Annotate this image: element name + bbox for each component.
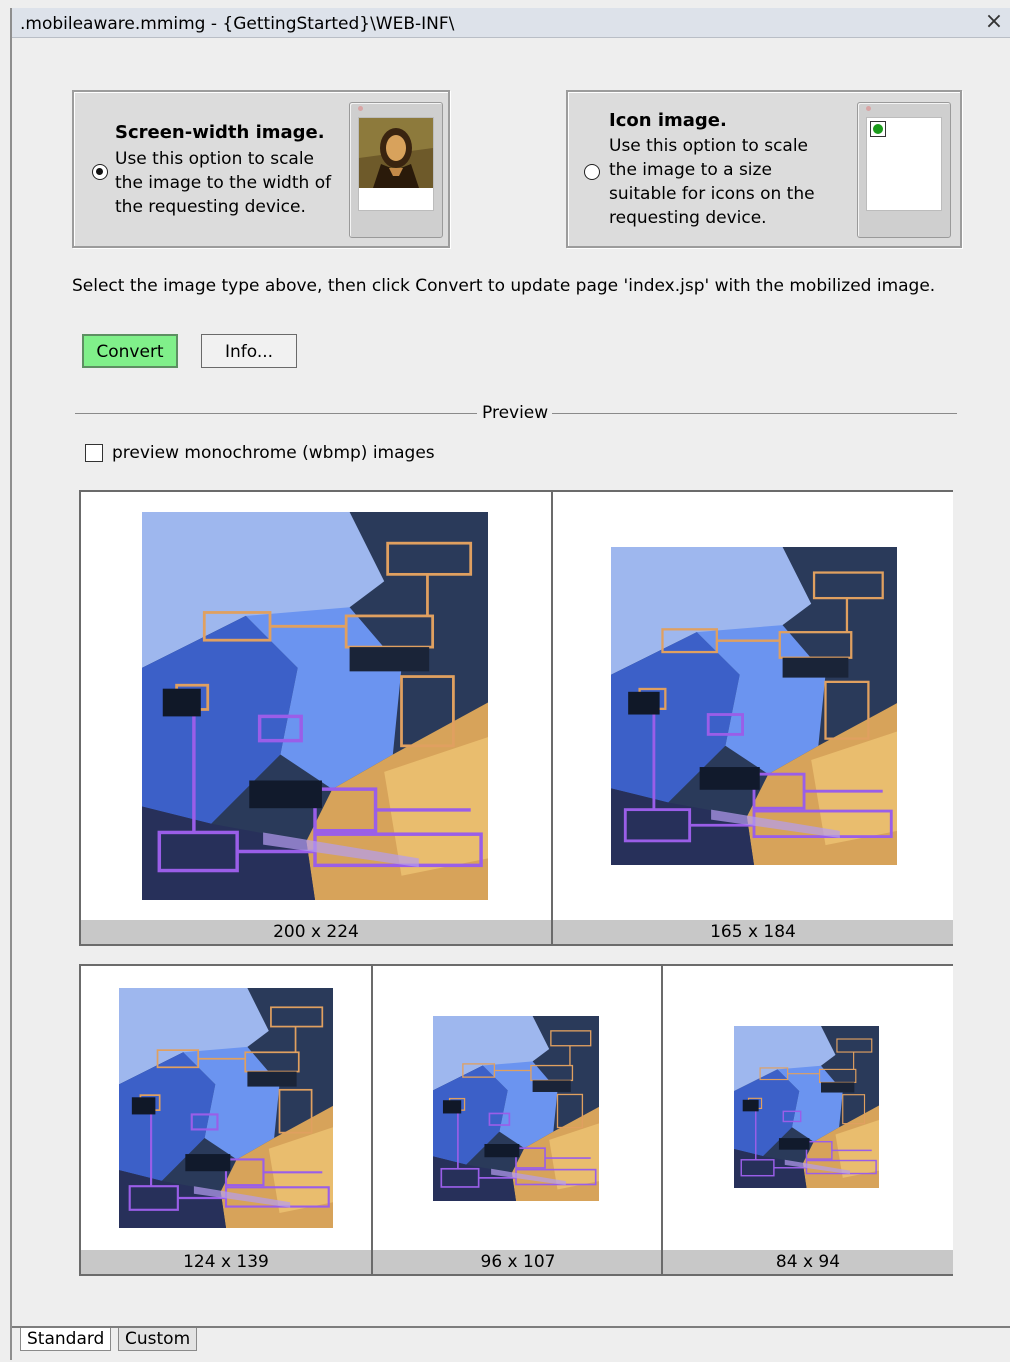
- convert-button[interactable]: Convert: [82, 334, 178, 368]
- preview-cell: 124 x 139: [81, 966, 371, 1274]
- title-bar: .mobileaware.mmimg - {GettingStarted}\WE…: [12, 8, 1010, 38]
- preview-cell: 165 x 184: [551, 492, 953, 944]
- icon-frame: [870, 121, 886, 137]
- preview-size-label: 200 x 224: [81, 920, 551, 944]
- mmimg-editor-window: .mobileaware.mmimg - {GettingStarted}\WE…: [10, 8, 1010, 1362]
- preview-cell: 200 x 224: [81, 492, 551, 944]
- mona-lisa-phone-icon: [349, 102, 443, 238]
- tab-standard[interactable]: Standard: [20, 1328, 112, 1351]
- mona-lisa-thumbnail: [359, 118, 433, 188]
- preview-divider-left: [75, 413, 477, 414]
- preview-image-124x139: [119, 988, 333, 1228]
- preview-size-label: 124 x 139: [81, 1250, 371, 1274]
- preview-cell: 84 x 94: [661, 966, 953, 1274]
- preview-section-label: Preview: [482, 403, 549, 423]
- info-button[interactable]: Info...: [201, 334, 297, 368]
- icon-radio[interactable]: [584, 164, 600, 180]
- preview-size-label: 84 x 94: [663, 1250, 953, 1274]
- green-dot-phone-icon: [857, 102, 951, 238]
- preview-size-label: 96 x 107: [373, 1250, 663, 1274]
- screen-width-option-description: Use this option to scale the image to th…: [115, 149, 332, 217]
- monochrome-preview-checkbox[interactable]: [85, 444, 103, 462]
- screen-width-option-title: Screen-width image.: [115, 122, 325, 143]
- preview-size-label: 165 x 184: [553, 920, 953, 944]
- phone-screen: [358, 117, 434, 211]
- editor-tabstrip: Standard Custom: [12, 1326, 1010, 1362]
- preview-cell: 96 x 107: [371, 966, 663, 1274]
- icon-option-title: Icon image.: [609, 110, 727, 131]
- screen-width-radio[interactable]: [92, 164, 108, 180]
- icon-option-description: Use this option to scale the image to a …: [609, 136, 815, 228]
- screen-width-option-card[interactable]: Screen-width image. Use this option to s…: [72, 90, 450, 248]
- close-icon[interactable]: ×: [984, 11, 1004, 33]
- preview-grid-row-2: 124 x 139 96 x 107 84 x 94: [79, 964, 953, 1276]
- icon-option-card[interactable]: Icon image. Use this option to scale the…: [566, 90, 962, 248]
- preview-image-84x94: [734, 1026, 879, 1188]
- window-title: .mobileaware.mmimg - {GettingStarted}\WE…: [20, 14, 455, 34]
- preview-image-165x184: [611, 547, 897, 865]
- preview-image-200x224: [142, 512, 488, 900]
- preview-divider-right: [552, 413, 957, 414]
- tab-custom[interactable]: Custom: [118, 1328, 198, 1351]
- monochrome-preview-label: preview monochrome (wbmp) images: [112, 443, 435, 463]
- preview-image-96x107: [433, 1016, 599, 1201]
- preview-grid-row-1: 200 x 224 165 x 184: [79, 490, 953, 946]
- green-dot-icon: [873, 124, 883, 134]
- instruction-text: Select the image type above, then click …: [72, 276, 936, 296]
- phone-screen: [866, 117, 942, 211]
